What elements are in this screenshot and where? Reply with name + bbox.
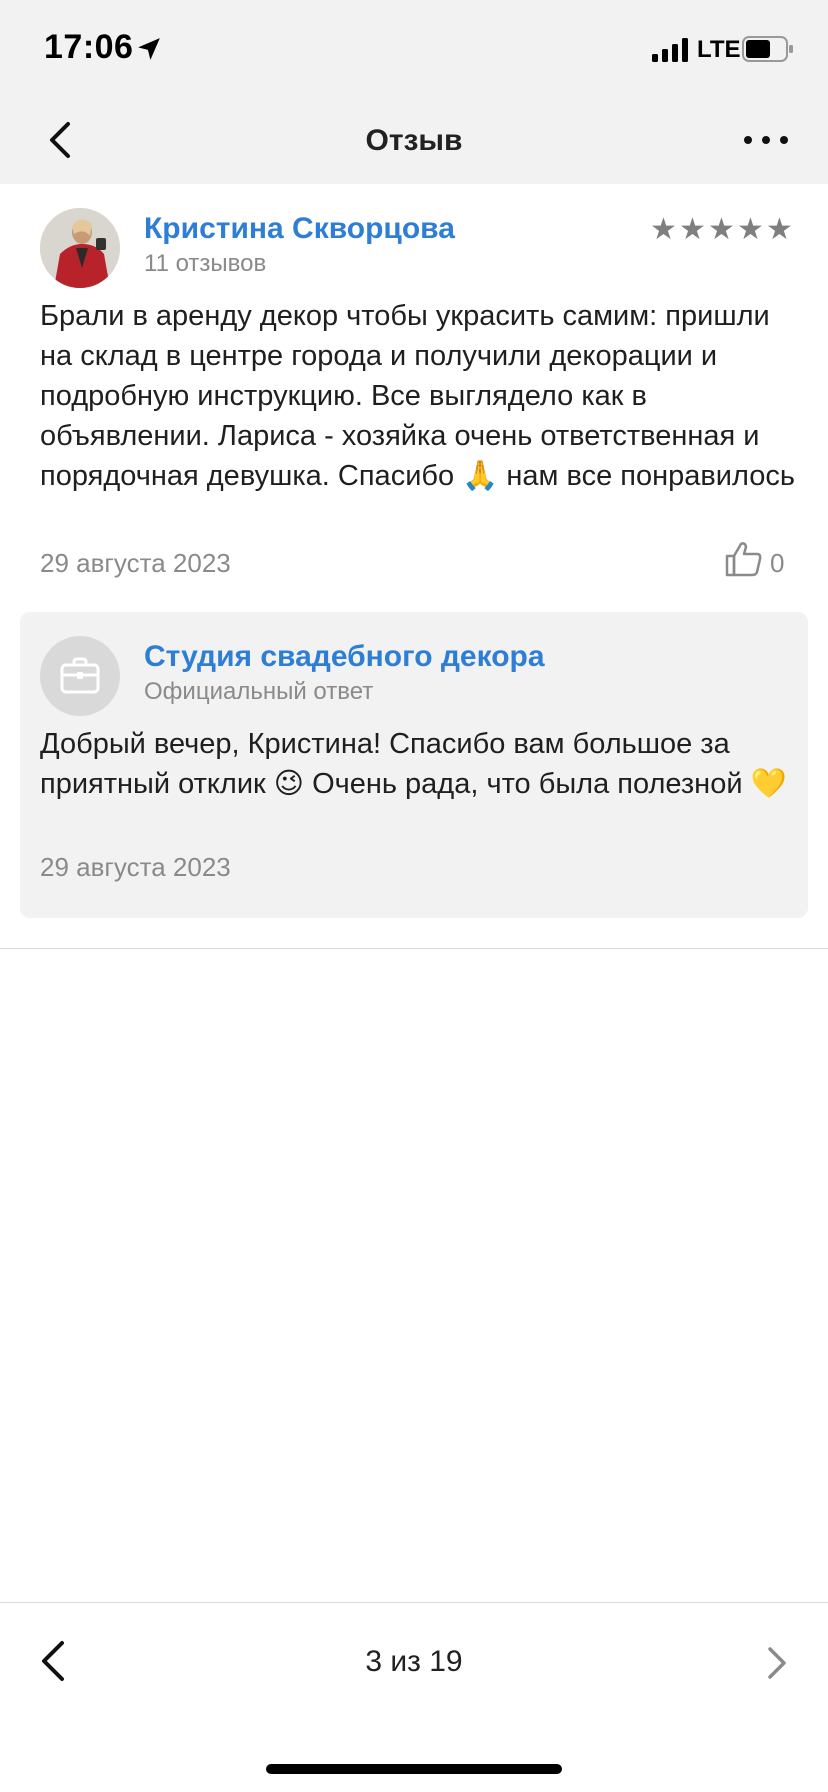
star-icon: ★ (766, 213, 793, 246)
author-avatar[interactable] (40, 208, 120, 288)
more-options-icon[interactable] (740, 128, 792, 152)
reply-date: 29 августа 2023 (40, 852, 231, 882)
reply-text: Добрый вечер, Кристина! Спасибо вам боль… (40, 728, 787, 800)
status-bar: 17:06 LTE (0, 0, 828, 100)
star-icon: ★ (679, 213, 706, 246)
navigation-bar: Отзыв (0, 100, 828, 184)
network-type: LTE (697, 36, 741, 63)
official-reply-label: Официальный ответ (144, 678, 374, 705)
page-indicator: 3 из 19 (365, 1645, 463, 1678)
battery-icon (742, 36, 793, 62)
review-text: Брали в аренду декор чтобы украсить сами… (40, 300, 795, 492)
star-icon: ★ (708, 213, 735, 246)
official-reply-card: Студия свадебного декора Официальный отв… (20, 612, 808, 918)
top-bar: 17:06 LTE Отзыв (0, 0, 828, 184)
author-photo (40, 208, 120, 288)
review-date: 29 августа 2023 (40, 548, 231, 578)
review-author-count: 11 отзывов (144, 250, 267, 277)
cellular-signal-icon (652, 38, 688, 62)
location-arrow-icon (138, 38, 160, 60)
thumbs-up-icon[interactable] (724, 540, 764, 578)
reply-author-name[interactable]: Студия свадебного декора (144, 640, 545, 674)
business-avatar[interactable] (40, 636, 120, 716)
briefcase-icon (60, 657, 100, 694)
star-icon: ★ (737, 213, 764, 246)
divider (0, 948, 828, 949)
status-time: 17:06 (44, 28, 134, 66)
like-count: 0 (770, 548, 785, 578)
review-pager: 3 из 19 (0, 1603, 828, 1723)
rating-stars: ★ ★ ★ ★ ★ (650, 213, 793, 246)
next-chevron-icon[interactable] (764, 1645, 788, 1681)
review-author-name[interactable]: Кристина Скворцова (144, 212, 455, 246)
star-icon: ★ (650, 213, 677, 246)
home-indicator[interactable] (266, 1764, 562, 1774)
page-title: Отзыв (365, 124, 463, 157)
